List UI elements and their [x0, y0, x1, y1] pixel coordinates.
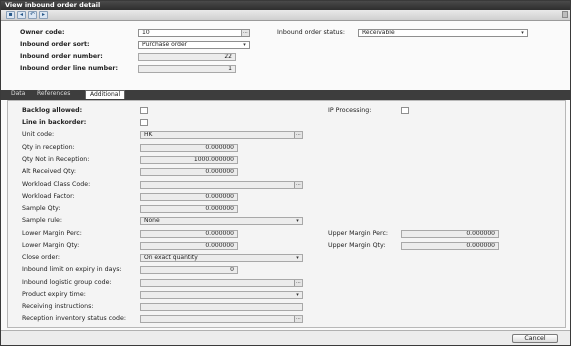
- window-title: View inbound order detail: [1, 1, 570, 10]
- back-icon[interactable]: ◂: [17, 11, 26, 19]
- tab-data[interactable]: Data: [7, 90, 29, 99]
- receiving-instructions-field[interactable]: [140, 303, 303, 311]
- toolbar: ▪ ◂ ↶ ▸: [1, 10, 570, 21]
- owner-code-label: Owner code:: [20, 29, 65, 36]
- sample-rule-label: Sample rule:: [22, 217, 62, 224]
- inbound-order-number-label: Inbound order number:: [20, 53, 103, 60]
- inbound-limit-on-expiry-label: Inbound limit on expiry in days:: [22, 266, 122, 273]
- chevron-down-icon[interactable]: ▾: [294, 255, 301, 261]
- qty-in-reception-label: Qty in reception:: [22, 144, 75, 151]
- workload-class-code-label: Workload Class Code:: [22, 181, 91, 188]
- close-order-value: On exact quantity: [144, 254, 198, 261]
- inbound-order-sort-label: Inbound order sort:: [20, 41, 90, 48]
- inbound-order-line-number-field[interactable]: 1: [138, 65, 236, 73]
- upper-margin-perc-field[interactable]: 0.000000: [401, 230, 499, 238]
- line-in-backorder-label: Line in backorder:: [22, 119, 87, 126]
- inbound-order-number-field[interactable]: 22: [138, 53, 236, 61]
- lookup-icon[interactable]: ⋯: [294, 182, 302, 188]
- product-expiry-time-label: Product expiry time:: [22, 291, 86, 298]
- close-order-select[interactable]: On exact quantity ▾: [140, 254, 303, 262]
- chevron-down-icon[interactable]: ▾: [519, 30, 526, 36]
- lookup-icon[interactable]: ⋯: [241, 30, 249, 36]
- unit-code-label: Unit code:: [22, 131, 55, 138]
- inbound-logistic-group-code-label: Inbound logistic group code:: [22, 279, 112, 286]
- inbound-order-status-select[interactable]: Receivable ▾: [358, 29, 528, 37]
- qty-not-in-reception-label: Qty Not in Reception:: [22, 156, 90, 163]
- save-icon[interactable]: ▪: [6, 11, 15, 19]
- receiving-instructions-label: Receiving instructions:: [22, 303, 94, 310]
- lookup-icon[interactable]: ⋯: [294, 132, 302, 138]
- inbound-order-line-number-label: Inbound order line number:: [20, 65, 119, 72]
- ip-processing-label: IP Processing:: [328, 107, 372, 114]
- chevron-down-icon[interactable]: ▾: [294, 292, 301, 298]
- lookup-icon[interactable]: ⋯: [294, 316, 302, 322]
- ip-processing-checkbox[interactable]: [401, 107, 409, 114]
- backlog-allowed-checkbox[interactable]: [140, 107, 148, 114]
- toolbar-scroll[interactable]: [562, 11, 568, 18]
- qty-in-reception-field[interactable]: 0.000000: [140, 144, 238, 152]
- forward-icon[interactable]: ▸: [39, 11, 48, 19]
- inbound-order-sort-value: Purchase order: [142, 41, 188, 48]
- reception-inventory-status-code-label: Reception inventory status code:: [22, 315, 126, 322]
- owner-code-field[interactable]: 10 ⋯: [138, 29, 250, 37]
- line-in-backorder-checkbox[interactable]: [140, 119, 148, 126]
- backlog-allowed-label: Backlog allowed:: [22, 107, 83, 114]
- alt-received-qty-label: Alt Received Qty:: [22, 168, 76, 175]
- tab-references[interactable]: References: [33, 90, 74, 99]
- sample-qty-label: Sample Qty:: [22, 205, 61, 212]
- sample-qty-field[interactable]: 0.000000: [140, 205, 238, 213]
- view-inbound-order-detail-window: View inbound order detail ▪ ◂ ↶ ▸ Owner …: [0, 0, 571, 346]
- inbound-order-status-label: Inbound order status:: [277, 29, 345, 36]
- reception-inventory-status-code-field[interactable]: ⋯: [140, 315, 303, 323]
- unit-code-value: HK: [144, 131, 153, 138]
- chevron-down-icon[interactable]: ▾: [241, 42, 248, 48]
- lower-margin-qty-label: Lower Margin Qty:: [22, 242, 80, 249]
- workload-class-code-field[interactable]: ⋯: [140, 181, 303, 189]
- unit-code-field[interactable]: HK ⋯: [140, 131, 303, 139]
- inbound-logistic-group-code-field[interactable]: ⋯: [140, 279, 303, 287]
- product-expiry-time-select[interactable]: ▾: [140, 291, 303, 299]
- lookup-icon[interactable]: ⋯: [294, 280, 302, 286]
- lower-margin-perc-label: Lower Margin Perc:: [22, 230, 82, 237]
- alt-received-qty-field[interactable]: 0.000000: [140, 168, 238, 176]
- undo-icon[interactable]: ↶: [28, 11, 37, 19]
- inbound-order-sort-select[interactable]: Purchase order ▾: [138, 41, 250, 49]
- sample-rule-value: None: [144, 217, 160, 224]
- upper-margin-qty-field[interactable]: 0.000000: [401, 242, 499, 250]
- workload-factor-label: Workload Factor:: [22, 193, 75, 200]
- cancel-button[interactable]: Cancel: [512, 334, 558, 343]
- close-order-label: Close order:: [22, 254, 60, 261]
- upper-margin-qty-label: Upper Margin Qty:: [328, 242, 386, 249]
- lower-margin-qty-field[interactable]: 0.000000: [140, 242, 238, 250]
- chevron-down-icon[interactable]: ▾: [294, 218, 301, 224]
- inbound-order-status-value: Receivable: [362, 29, 395, 36]
- tab-additional[interactable]: Additional: [85, 90, 126, 99]
- qty-not-in-reception-field[interactable]: 1000.000000: [140, 156, 238, 164]
- dialog-footer: Cancel: [1, 330, 570, 345]
- owner-code-value: 10: [142, 29, 150, 36]
- inbound-limit-on-expiry-field[interactable]: 0: [140, 266, 238, 274]
- sample-rule-select[interactable]: None ▾: [140, 217, 303, 225]
- workload-factor-field[interactable]: 0.000000: [140, 193, 238, 201]
- lower-margin-perc-field[interactable]: 0.000000: [140, 230, 238, 238]
- upper-margin-perc-label: Upper Margin Perc:: [328, 230, 389, 237]
